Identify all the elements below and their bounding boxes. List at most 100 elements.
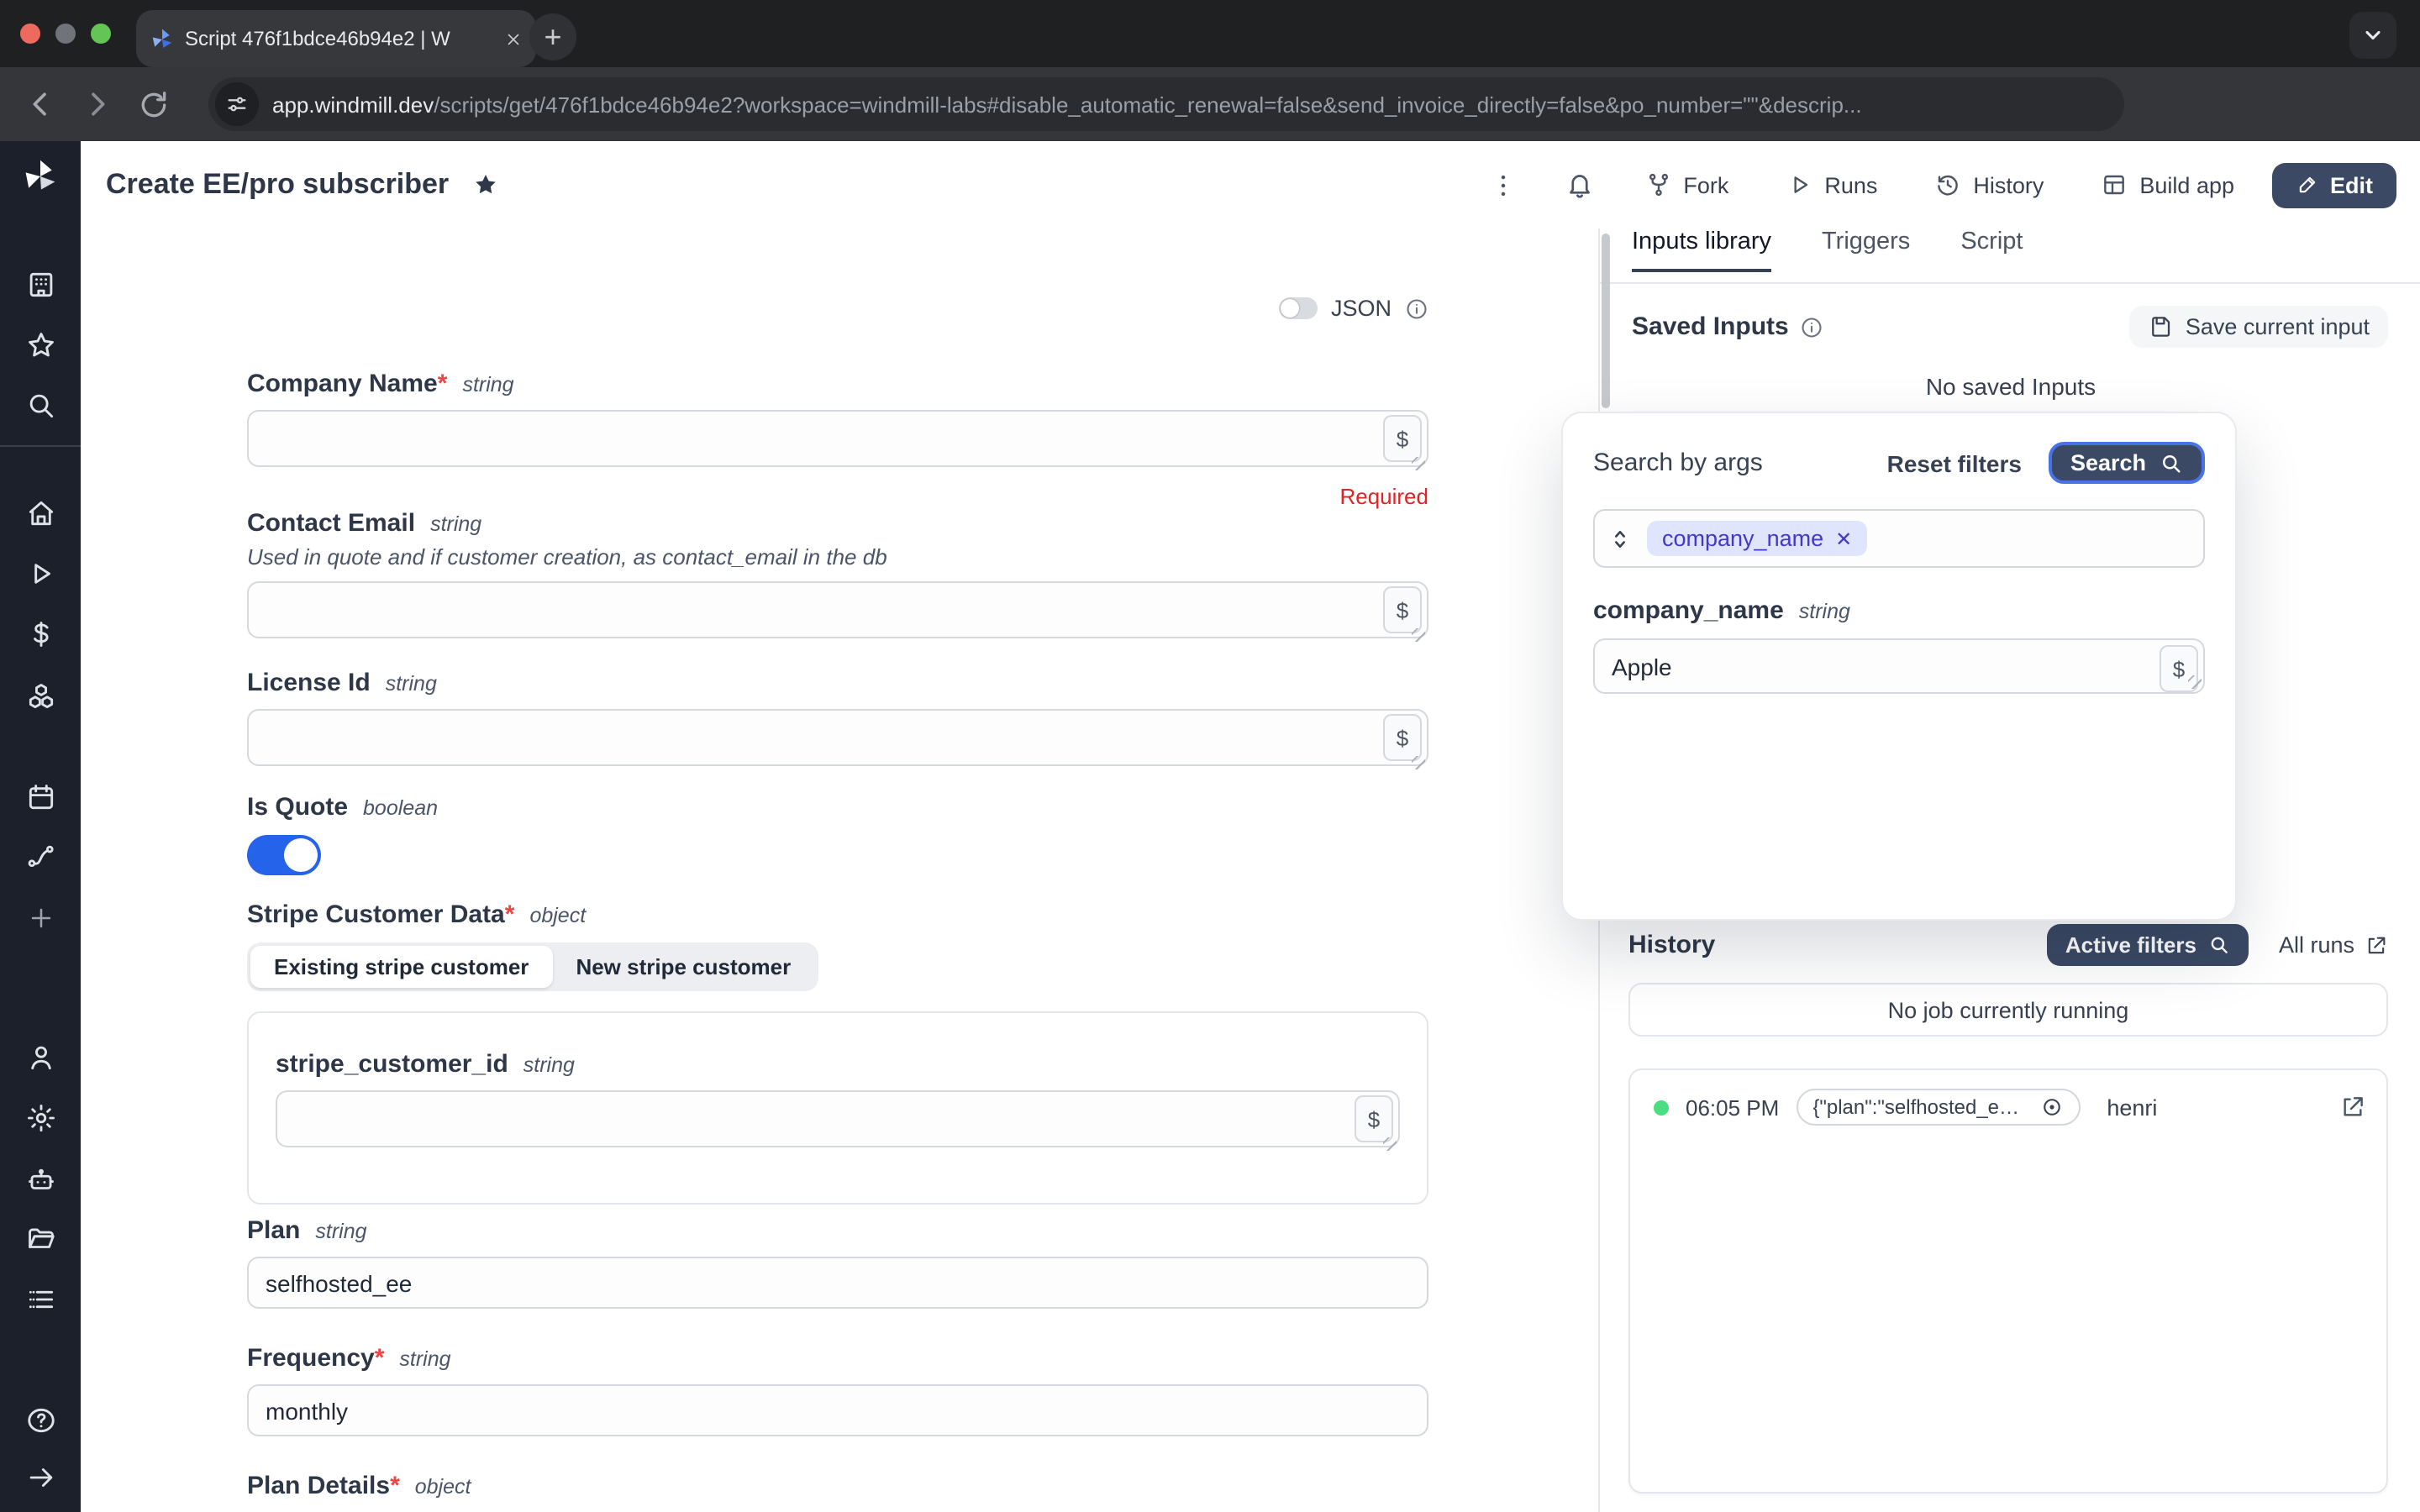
save-current-input-button[interactable]: Save current input [2130,306,2388,348]
active-filters-button[interactable]: Active filters [2047,924,2249,966]
build-app-button[interactable]: Build app [2101,171,2234,198]
folder-icon [24,1222,56,1254]
sidebar-item-favorites[interactable] [0,323,81,366]
field-label: Plan Details* [247,1472,400,1500]
edit-button[interactable]: Edit [2271,162,2396,207]
sidebar-item-flows[interactable] [0,833,81,877]
json-toggle[interactable] [1279,297,1318,319]
field-label: Is Quote [247,793,348,822]
sidebar-item-users[interactable] [0,1035,81,1079]
traffic-light-zoom[interactable] [91,24,111,44]
route-icon [24,839,56,871]
history-label: History [1973,172,2044,197]
chip-remove-icon[interactable]: ✕ [1835,527,1852,550]
sidebar-item-resources[interactable] [0,674,81,717]
sidebar-item-search[interactable] [0,383,81,427]
insert-variable-button[interactable]: $ [1355,1095,1393,1142]
dollar-icon [24,617,56,649]
search-icon [2208,934,2230,956]
site-controls-icon[interactable] [215,82,259,126]
field-label: Plan [247,1216,300,1245]
field-type: boolean [363,796,438,820]
browser-tab[interactable]: Script 476f1bdce46b94e2 | W [136,10,536,67]
sidebar-item-variables[interactable] [0,612,81,655]
home-icon [24,496,56,528]
sidebar-item-schedules[interactable] [0,774,81,818]
run-time: 06:05 PM [1686,1095,1779,1120]
tab-inputs-library[interactable]: Inputs library [1632,228,1771,272]
forward-icon[interactable] [81,87,114,121]
sidebar-item-logs[interactable] [0,1277,81,1320]
all-runs-link[interactable]: All runs [2279,932,2388,958]
sidebar-divider [0,445,81,447]
tab-close-icon[interactable] [504,29,523,48]
reload-icon[interactable] [138,88,170,120]
windmill-logo[interactable] [0,155,81,198]
clock-history-icon [1934,171,1961,198]
history-title: History [1628,931,1715,959]
field-type: string [315,1220,366,1243]
resize-handle[interactable] [1383,1137,1397,1151]
company-name-filter-input[interactable] [1593,638,2205,694]
open-run-external-icon[interactable] [2339,1094,2366,1121]
stripe-customer-id-input[interactable] [276,1090,1400,1147]
sidebar-collapse-toggle[interactable] [0,1455,81,1499]
app-sidebar [0,141,81,1512]
run-args-preview: {"plan":"selfhosted_ee",... [1812,1095,2028,1119]
insert-variable-button[interactable]: $ [1383,415,1422,462]
run-args-pill[interactable]: {"plan":"selfhosted_ee",... [1796,1089,2080,1126]
company-name-input[interactable] [247,410,1428,467]
sidebar-item-add[interactable] [0,895,81,939]
field-frequency: Frequency*string [247,1344,1428,1436]
traffic-light-minimize[interactable] [55,24,76,44]
field-contact-email: Contact Emailstring Used in quote and if… [247,509,1428,647]
traffic-light-close[interactable] [20,24,40,44]
sidebar-item-runs[interactable] [0,551,81,595]
resize-handle[interactable] [1412,756,1425,769]
popup-title: Search by args [1593,449,1763,477]
cube-icon [24,680,56,711]
resize-handle[interactable] [1412,457,1425,470]
url-bar[interactable]: app.windmill.dev/scripts/get/476f1bdce46… [208,77,2124,131]
resize-handle[interactable] [1412,628,1425,642]
fork-label: Fork [1683,172,1728,197]
reset-filters-link[interactable]: Reset filters [1887,449,2022,476]
page-title: Create EE/pro subscriber [106,168,449,202]
insert-variable-button[interactable]: $ [1383,714,1422,761]
tab-search-button[interactable] [2349,12,2396,59]
search-button[interactable]: Search [2049,442,2205,484]
is-quote-toggle[interactable] [247,835,321,875]
notifications-bell-icon[interactable] [1564,170,1594,200]
more-kebab-icon[interactable] [1488,171,1517,199]
sidebar-item-help[interactable] [0,1398,81,1441]
tab-triggers[interactable]: Triggers [1822,228,1910,269]
args-filter-select[interactable]: company_name ✕ [1593,509,2205,568]
segment-existing-stripe-customer[interactable]: Existing stripe customer [250,946,552,988]
license-id-input[interactable] [247,709,1428,766]
runs-button[interactable]: Runs [1786,171,1877,198]
sidebar-item-workers[interactable] [0,1158,81,1201]
frequency-input[interactable] [247,1384,1428,1436]
view-args-eye-icon[interactable] [2039,1095,2063,1119]
insert-variable-button[interactable]: $ [1383,586,1422,633]
new-tab-button[interactable]: + [529,13,576,60]
contact-email-input[interactable] [247,581,1428,638]
build-app-label: Build app [2139,172,2234,197]
history-button[interactable]: History [1934,171,2044,198]
tab-script[interactable]: Script [1960,228,2023,269]
sidebar-item-folders[interactable] [0,1216,81,1260]
run-user: henri [2107,1095,2157,1120]
field-label: Stripe Customer Data* [247,900,514,929]
favorite-star-icon[interactable] [472,171,499,198]
run-row[interactable]: 06:05 PM {"plan":"selfhosted_ee",... hen… [1630,1070,2386,1126]
back-icon[interactable] [24,87,57,121]
plan-input[interactable] [247,1257,1428,1309]
resize-handle[interactable] [2188,675,2202,689]
filter-chip-company-name[interactable]: company_name ✕ [1647,521,1867,556]
segment-new-stripe-customer[interactable]: New stripe customer [552,946,814,988]
sidebar-item-settings[interactable] [0,1095,81,1139]
edit-label: Edit [2330,172,2373,197]
fork-button[interactable]: Fork [1644,171,1728,198]
sidebar-item-home[interactable] [0,491,81,534]
sidebar-item-workspace[interactable] [0,262,81,306]
